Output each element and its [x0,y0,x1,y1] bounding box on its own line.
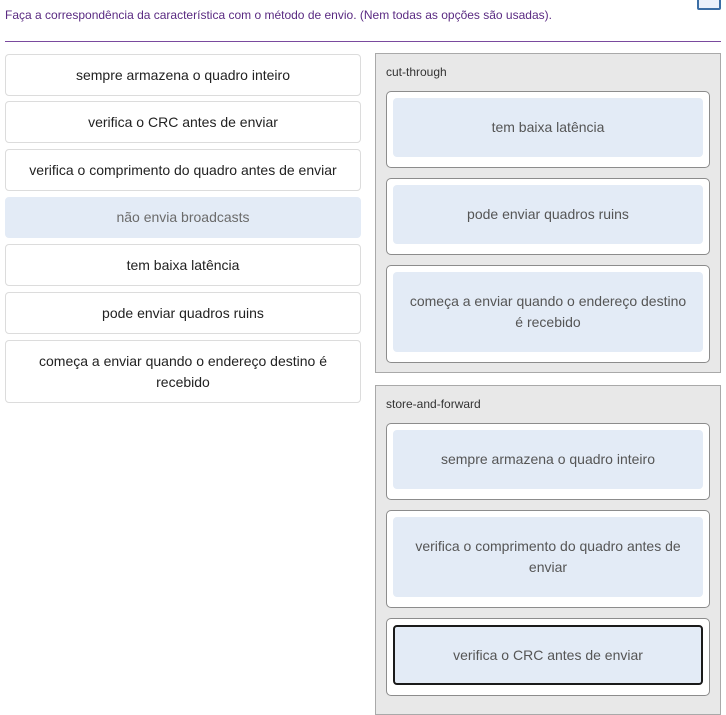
matched-chip[interactable]: verifica o comprimento do quadro antes d… [393,517,703,597]
option-item[interactable]: começa a enviar quando o endereço destin… [5,340,361,403]
matched-chip[interactable]: tem baixa latência [393,98,703,157]
matched-chip[interactable]: começa a enviar quando o endereço destin… [393,272,703,352]
document-icon[interactable] [697,0,721,10]
option-item[interactable]: verifica o comprimento do quadro antes d… [5,149,361,191]
drop-slot[interactable]: sempre armazena o quadro inteiro [386,423,710,500]
group-cut-through: cut-through tem baixa latência pode envi… [375,53,721,373]
option-item[interactable]: não envia broadcasts [5,197,361,238]
drop-slot[interactable]: verifica o comprimento do quadro antes d… [386,510,710,608]
matched-chip-selected[interactable]: verifica o CRC antes de enviar [393,625,703,685]
group-title: store-and-forward [386,397,481,411]
option-item[interactable]: pode enviar quadros ruins [5,292,361,334]
group-title: cut-through [386,65,447,79]
matched-chip[interactable]: pode enviar quadros ruins [393,185,703,244]
divider [5,41,721,42]
group-store-and-forward: store-and-forward sempre armazena o quad… [375,385,721,715]
option-item[interactable]: tem baixa latência [5,244,361,286]
drop-slot[interactable]: verifica o CRC antes de enviar [386,618,710,696]
option-item[interactable]: sempre armazena o quadro inteiro [5,54,361,96]
drop-slot[interactable]: pode enviar quadros ruins [386,178,710,255]
drop-slot[interactable]: tem baixa latência [386,91,710,168]
matched-chip[interactable]: sempre armazena o quadro inteiro [393,430,703,489]
drop-slot[interactable]: começa a enviar quando o endereço destin… [386,265,710,363]
instruction-text: Faça a correspondência da característica… [5,8,552,22]
option-item[interactable]: verifica o CRC antes de enviar [5,101,361,143]
